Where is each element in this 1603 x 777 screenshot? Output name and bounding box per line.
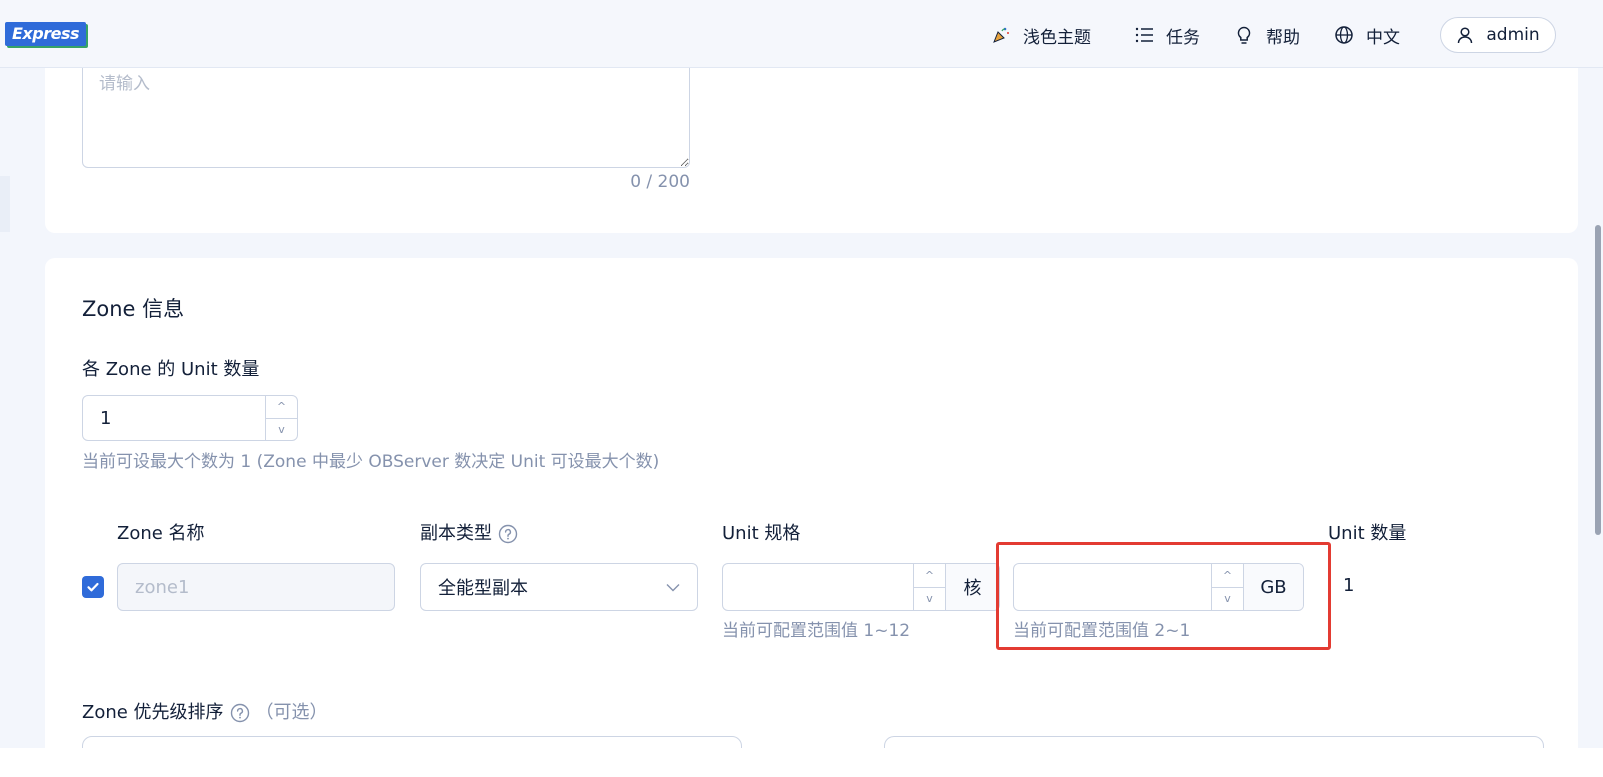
side-collapse-handle[interactable] — [0, 176, 10, 232]
zone-priority-label: Zone 优先级排序 （可选） — [82, 698, 328, 724]
unit-count-hint: 当前可设最大个数为 1 (Zone 中最少 OBServer 数决定 Unit … — [82, 452, 660, 472]
user-label: admin — [1486, 25, 1540, 45]
description-counter: 0 / 200 — [630, 172, 690, 192]
col-zone-name: Zone 名称 — [117, 523, 205, 544]
bulb-icon — [1234, 25, 1254, 45]
language-label: 中文 — [1366, 27, 1400, 48]
zone-priority-label-text: Zone 优先级排序 — [82, 702, 224, 723]
list-icon — [1134, 25, 1154, 45]
app-logo[interactable]: Express — [5, 22, 86, 46]
increment-icon[interactable]: ^ — [266, 396, 297, 419]
description-textarea[interactable] — [82, 60, 690, 168]
col-unit-spec: Unit 规格 — [722, 523, 801, 544]
theme-toggle[interactable]: 浅色主题 — [991, 22, 1091, 48]
priority-list-left[interactable] — [82, 736, 742, 748]
zone-checkbox[interactable] — [82, 576, 104, 598]
highlight-box — [996, 542, 1331, 650]
question-icon[interactable] — [230, 703, 250, 723]
theme-label: 浅色主题 — [1023, 27, 1091, 48]
party-icon — [991, 25, 1011, 45]
question-icon[interactable] — [498, 524, 518, 544]
help-label: 帮助 — [1266, 27, 1300, 48]
cpu-range-hint: 当前可配置范围值 1~12 — [722, 621, 911, 641]
unit-count-stepper[interactable]: ^ v — [265, 396, 297, 440]
tasks-label: 任务 — [1166, 27, 1200, 48]
priority-list-right[interactable] — [884, 736, 1544, 748]
replica-type-select[interactable]: 全能型副本 — [420, 563, 698, 611]
zone-priority-optional: （可选） — [255, 702, 328, 723]
col-replica-type: 副本类型 — [420, 519, 518, 545]
main-viewport: 0 / 200 Zone 信息 各 Zone 的 Unit 数量 1 ^ v 当… — [0, 0, 1603, 748]
top-header: Express 浅色主题 任务 帮助 中文 admin — [0, 0, 1603, 68]
unit-count-value[interactable]: 1 — [83, 396, 265, 440]
replica-type-value: 全能型副本 — [438, 578, 528, 599]
decrement-icon[interactable]: v — [266, 419, 297, 441]
cpu-unit-addon: 核 — [945, 564, 999, 610]
chevron-down-icon — [665, 579, 681, 600]
increment-icon[interactable]: ^ — [914, 564, 945, 588]
zone-info-card — [45, 258, 1578, 748]
zone-section-title: Zone 信息 — [82, 297, 185, 321]
decrement-icon[interactable]: v — [914, 588, 945, 611]
unit-count-cell: 1 — [1343, 575, 1355, 596]
cpu-input[interactable]: ^ v 核 — [722, 563, 1000, 611]
col-replica-type-label: 副本类型 — [420, 523, 492, 544]
user-menu-button[interactable]: admin — [1440, 17, 1556, 53]
check-icon — [87, 582, 99, 592]
tasks-menu[interactable]: 任务 — [1134, 22, 1200, 48]
col-unit-count: Unit 数量 — [1328, 523, 1407, 544]
unit-count-label: 各 Zone 的 Unit 数量 — [82, 359, 260, 380]
zone-name-input: zone1 — [117, 563, 395, 611]
scrollbar-thumb[interactable] — [1595, 225, 1601, 535]
cpu-value[interactable] — [723, 564, 913, 610]
user-icon — [1456, 26, 1474, 44]
globe-icon — [1334, 25, 1354, 45]
language-menu[interactable]: 中文 — [1334, 22, 1400, 48]
help-menu[interactable]: 帮助 — [1234, 22, 1300, 48]
cpu-stepper[interactable]: ^ v — [913, 564, 945, 610]
unit-count-input[interactable]: 1 ^ v — [82, 395, 298, 441]
